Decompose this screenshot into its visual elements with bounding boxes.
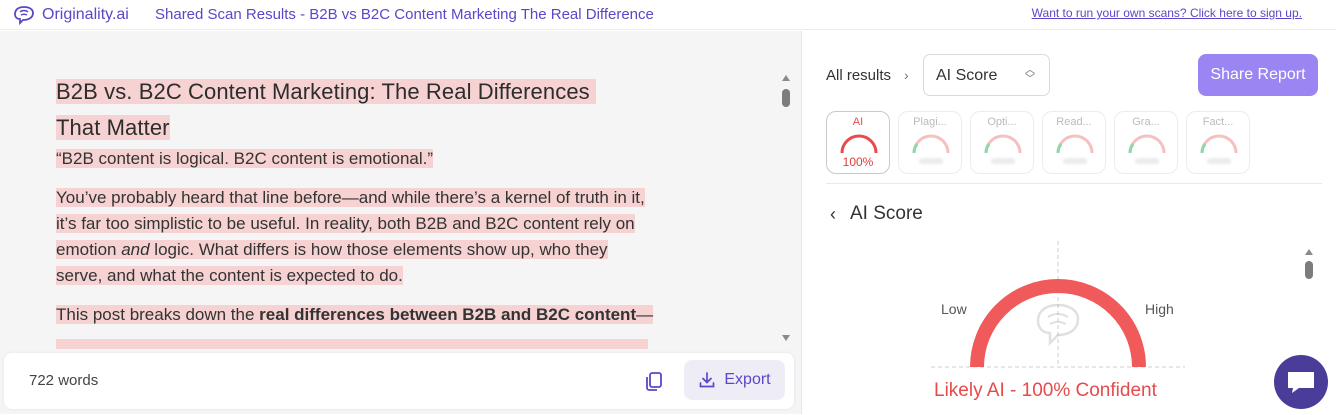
paragraph-line: emotion	[56, 240, 122, 259]
select-value: AI Score	[936, 67, 998, 84]
scrollbar-thumb[interactable]	[1305, 261, 1313, 279]
document-title-line: That Matter	[56, 115, 170, 140]
document-panel: B2B vs. B2C Content Marketing: The Real …	[0, 31, 802, 414]
page-title: Shared Scan Results - B2B vs B2C Content…	[155, 6, 654, 23]
document-footer: 722 words Export	[4, 353, 794, 409]
tab-label: Gra...	[1132, 116, 1160, 128]
tab-value-hidden	[991, 158, 1015, 164]
tab-score-4[interactable]: Gra...	[1114, 111, 1178, 174]
scrollbar-thumb[interactable]	[782, 89, 790, 107]
paragraph-line: it’s far too simplistic to be useful. In…	[56, 214, 635, 233]
tab-label: Opti...	[987, 116, 1017, 128]
tab-score-3[interactable]: Read...	[1042, 111, 1106, 174]
tab-label: Read...	[1056, 116, 1092, 128]
results-panel: All results › AI Score ︿ ﹀ Share Report A…	[803, 31, 1336, 414]
divider	[826, 183, 1322, 184]
mini-gauge-icon	[1056, 134, 1094, 154]
top-bar: Originality.ai Shared Scan Results - B2B…	[0, 0, 1336, 30]
mini-gauge-icon	[1200, 134, 1238, 154]
chat-icon	[1288, 372, 1314, 393]
paragraph-line: serve, and what the content is expected …	[56, 266, 403, 285]
back-button[interactable]: ‹ AI Score	[830, 203, 923, 225]
export-button[interactable]: Export	[684, 360, 785, 400]
tab-value-hidden	[919, 158, 943, 164]
word-count: 722 words	[29, 372, 99, 389]
highlight-overflow	[56, 339, 648, 349]
tab-label: Plagi...	[913, 116, 947, 128]
signup-link[interactable]: Want to run your own scans? Click here t…	[1032, 6, 1302, 20]
ai-verdict: Likely AI - 100% Confident	[934, 380, 1157, 401]
mini-gauge-icon	[984, 134, 1022, 154]
logo-text: Originality.ai	[42, 6, 129, 23]
document-title-line: B2B vs. B2C Content Marketing: The Real …	[56, 79, 590, 104]
paragraph: This post breaks down the real differenc…	[56, 302, 686, 328]
tab-value: 100%	[842, 155, 874, 169]
tab-score-0[interactable]: AI 100%	[826, 111, 890, 174]
section-title: AI Score	[850, 203, 923, 224]
document-text: B2B vs. B2C Content Marketing: The Real …	[56, 74, 686, 328]
select-arrows-icon: ︿ ﹀	[1025, 65, 1035, 85]
brain-logo-icon	[14, 6, 34, 26]
paragraph-quote: “B2B content is logical. B2C content is …	[56, 149, 434, 168]
paragraph: “B2B content is logical. B2C content is …	[56, 146, 686, 172]
mini-gauge-icon	[840, 134, 878, 154]
paragraph-line: —	[636, 305, 654, 324]
paragraph-line: logic. What differs is how those element…	[149, 240, 608, 259]
logo[interactable]: Originality.ai	[12, 4, 129, 26]
paragraph-emphasis: and	[121, 240, 150, 259]
document-scrollbar[interactable]	[779, 71, 793, 341]
mini-gauge-icon	[912, 134, 950, 154]
gauge-high-label: High	[1145, 301, 1174, 317]
tab-score-2[interactable]: Opti...	[970, 111, 1034, 174]
chat-support-button[interactable]	[1274, 355, 1328, 409]
brain-watermark-icon	[1036, 303, 1080, 347]
tab-score-5[interactable]: Fact...	[1186, 111, 1250, 174]
paragraph: You’ve probably heard that line before—a…	[56, 185, 686, 289]
copy-icon[interactable]	[642, 369, 666, 393]
chevron-right-icon: ›	[904, 67, 909, 83]
share-report-button[interactable]: Share Report	[1198, 54, 1318, 96]
chevron-left-icon: ‹	[830, 203, 836, 224]
mini-gauge-icon	[1128, 134, 1166, 154]
tab-label: AI	[852, 116, 864, 128]
score-type-select[interactable]: AI Score ︿ ﹀	[923, 54, 1050, 96]
tab-value-hidden	[1063, 158, 1087, 164]
export-label: Export	[724, 371, 771, 388]
tab-score-1[interactable]: Plagi...	[898, 111, 962, 174]
paragraph-line: You’ve probably heard that line before—a…	[56, 188, 645, 207]
download-icon	[700, 372, 715, 388]
breadcrumb-all-results[interactable]: All results	[826, 67, 891, 84]
tab-value-hidden	[1207, 158, 1231, 164]
tab-label: Fact...	[1202, 116, 1234, 128]
scroll-down-icon[interactable]	[782, 335, 790, 341]
scroll-up-icon[interactable]	[1305, 249, 1313, 255]
ai-score-gauge: Low High	[931, 239, 1185, 379]
tab-value-hidden	[1135, 158, 1159, 164]
document-title: B2B vs. B2C Content Marketing: The Real …	[56, 74, 686, 146]
paragraph-bold: real differences between B2B and B2C con…	[259, 305, 637, 324]
paragraph-line: This post breaks down the	[56, 305, 260, 324]
scroll-up-icon[interactable]	[782, 75, 790, 81]
gauge-low-label: Low	[941, 301, 967, 317]
